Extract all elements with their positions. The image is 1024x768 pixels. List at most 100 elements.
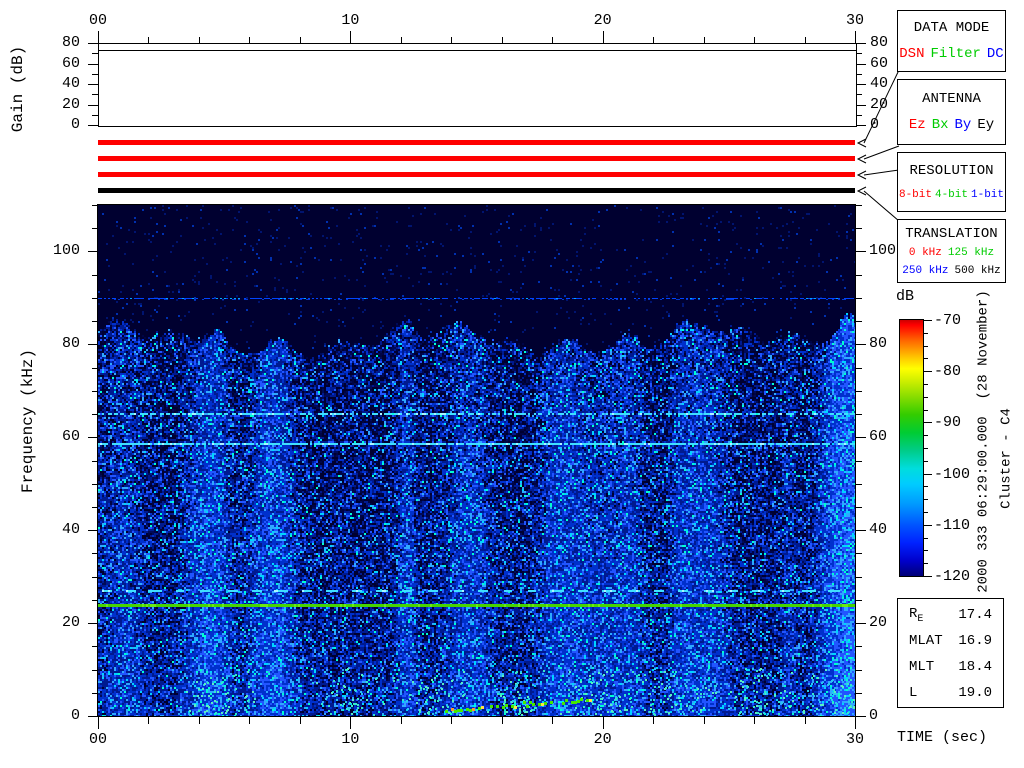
- freq-tick-label-right: 0: [869, 707, 879, 724]
- freq-left-tick: [88, 530, 98, 531]
- colorbar-tick-label: -80: [934, 363, 962, 380]
- freq-right-tick: [856, 507, 862, 508]
- gain-left-tick: [92, 53, 98, 54]
- legend-title-translation: TRANSLATION: [905, 225, 998, 242]
- freq-left-tick: [88, 251, 98, 252]
- ephemeris-label: MLAT: [909, 633, 943, 649]
- colorbar-tick: [924, 525, 932, 526]
- ephemeris-value: 17.4: [958, 607, 992, 623]
- freq-tick-label-right: 60: [869, 428, 888, 445]
- freq-right-tick: [856, 368, 862, 369]
- colorbar-tick: [924, 563, 928, 564]
- wbd-spectrogram-screen: Gain (dB) Frequency (kHz) DATA MODE DSN Fi…: [0, 0, 1024, 768]
- top-axis-tick-label: 10: [341, 12, 360, 29]
- top-axis-minor-tick: [249, 37, 250, 43]
- top-axis-minor-tick: [805, 37, 806, 43]
- ephemeris-label: MLT: [909, 659, 935, 675]
- ephemeris-value: 19.0: [958, 685, 992, 701]
- bottom-axis-tick-label: 30: [845, 731, 864, 748]
- freq-left-tick: [92, 414, 98, 415]
- colorbar-tick: [924, 486, 928, 487]
- colorbar-tick-label: -100: [934, 466, 971, 483]
- gain-panel: [98, 43, 857, 127]
- top-axis-minor-tick: [199, 37, 200, 43]
- freq-left-tick: [92, 298, 98, 299]
- gain-tick-label-right: 40: [870, 75, 889, 92]
- gain-left-tick: [92, 94, 98, 95]
- spectrogram-canvas: [98, 205, 855, 716]
- colorbar-tick: [924, 320, 932, 321]
- resolution-status-bar: [98, 172, 855, 177]
- ephemeris-row: L 19.0: [898, 680, 1003, 706]
- freq-left-tick: [92, 646, 98, 647]
- legend-value: 1-bit: [971, 189, 1005, 201]
- gain-left-tick: [88, 64, 98, 65]
- freq-left-tick: [88, 623, 98, 624]
- freq-left-tick: [92, 321, 98, 322]
- colorbar-tick: [924, 435, 928, 436]
- bottom-axis-minor-tick: [451, 717, 452, 724]
- bottom-axis-minor-tick: [552, 717, 553, 724]
- freq-left-tick: [92, 391, 98, 392]
- bottom-axis-minor-tick: [300, 717, 301, 724]
- gain-left-tick: [88, 43, 98, 44]
- gain-tick-label-right: 80: [870, 34, 889, 51]
- freq-right-tick: [856, 553, 862, 554]
- bottom-axis-minor-tick: [249, 717, 250, 724]
- top-axis-minor-tick: [552, 37, 553, 43]
- colorbar-tick: [924, 333, 928, 334]
- freq-tick-label-right: 40: [869, 521, 888, 538]
- freq-right-tick: [856, 461, 862, 462]
- freq-tick-label-left: 40: [61, 521, 80, 538]
- legend-value: 125 kHz: [947, 247, 995, 259]
- freq-right-tick: [856, 414, 862, 415]
- freq-left-tick: [92, 484, 98, 485]
- gain-left-tick: [92, 115, 98, 116]
- top-axis-tick-label: 30: [845, 12, 864, 29]
- gain-axis-label: Gain (dB): [9, 45, 27, 133]
- top-axis-major-tick: [603, 31, 604, 43]
- ephemeris-value: 18.4: [958, 659, 992, 675]
- gain-left-tick: [88, 125, 98, 126]
- freq-right-tick: [856, 693, 862, 694]
- freq-left-tick: [88, 437, 98, 438]
- legend-value: By: [954, 117, 972, 134]
- freq-tick-label-right: 80: [869, 335, 888, 352]
- freq-left-tick: [92, 553, 98, 554]
- bottom-axis-tick-label: 10: [341, 731, 360, 748]
- resolution-box: RESOLUTION 8-bit 4-bit 1-bit: [897, 152, 1006, 212]
- gain-right-tick: [856, 94, 862, 95]
- gain-left-tick: [88, 84, 98, 85]
- freq-right-tick: [856, 298, 862, 299]
- legend-value: Bx: [931, 117, 949, 134]
- gain-trace: [99, 50, 856, 51]
- ephemeris-value: 16.9: [958, 633, 992, 649]
- freq-right-tick: [856, 600, 862, 601]
- colorbar-tick: [924, 448, 928, 449]
- freq-right-tick: [856, 484, 862, 485]
- freq-tick-label-left: 60: [61, 428, 80, 445]
- freq-left-tick: [92, 205, 98, 206]
- freq-left-tick: [92, 693, 98, 694]
- gain-tick-label-left: 80: [61, 34, 80, 51]
- top-axis-major-tick: [98, 31, 99, 43]
- freq-left-tick: [92, 600, 98, 601]
- data-mode-status-bar: [98, 140, 855, 145]
- legend-values-antenna: Ez Bx By Ey: [909, 117, 994, 133]
- bottom-axis-minor-tick: [148, 717, 149, 724]
- colorbar-tick: [924, 384, 928, 385]
- gain-left-tick: [88, 105, 98, 106]
- legend-values-translation: 250 kHz 500 kHz: [902, 265, 1000, 277]
- top-axis-major-tick: [855, 31, 856, 43]
- freq-right-tick: [856, 275, 862, 276]
- legend-value: Ey: [977, 117, 995, 134]
- legend-values-resolution: 8-bit 4-bit 1-bit: [899, 189, 1004, 201]
- legend-title-antenna: ANTENNA: [922, 90, 981, 107]
- colorbar-tick-label: -90: [934, 414, 962, 431]
- legend-value: 8-bit: [898, 189, 932, 201]
- bottom-axis-major-tick: [603, 717, 604, 729]
- legend-value: Filter: [930, 45, 981, 62]
- freq-right-tick: [856, 228, 862, 229]
- freq-left-tick: [92, 507, 98, 508]
- ephemeris-row: MLT 18.4: [898, 654, 1003, 680]
